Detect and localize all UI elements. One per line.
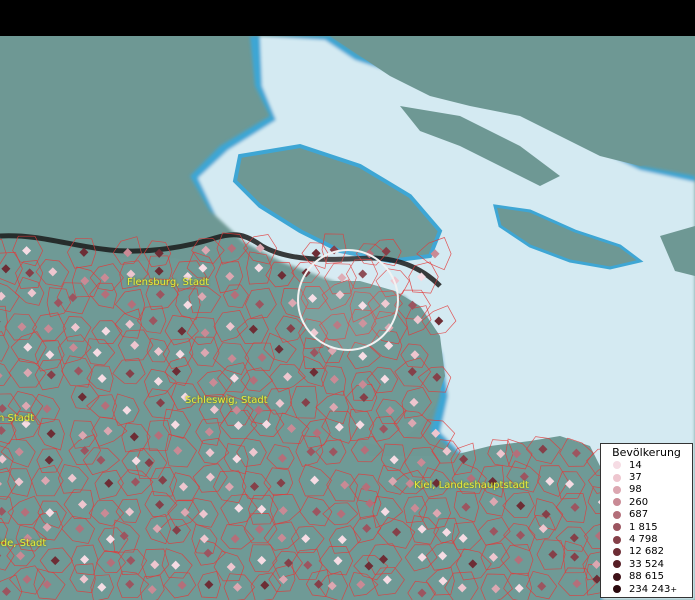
legend-label: 4 798: [629, 534, 658, 546]
city-label-schleswig: Schleswig, Stadt: [185, 395, 268, 406]
legend-label: 88 615: [629, 571, 664, 583]
legend-class: 1 815: [601, 521, 692, 533]
legend-class: 12 682: [601, 546, 692, 558]
legend-overflow-mark: +: [670, 584, 678, 594]
legend-label: 12 682: [629, 546, 664, 558]
legend-class: 88 615: [601, 571, 692, 583]
legend-class: 687: [601, 509, 692, 521]
city-label-left-2: ide, Stadt: [0, 538, 47, 549]
population-legend: Bevölkerung 14 37 98 260 687 1 815 4 798 12 682…: [600, 443, 693, 598]
legend-label: 234 243: [629, 583, 671, 595]
legend-swatch: [613, 498, 621, 507]
legend-swatch: [613, 560, 621, 569]
legend-swatch: [613, 572, 621, 581]
city-label-flensburg: Flensburg, Stadt: [127, 277, 210, 288]
city-label-left: n Stadt: [0, 413, 35, 424]
legend-swatch: [613, 523, 621, 532]
legend-label: 14: [629, 459, 642, 471]
legend-label: 260: [629, 496, 649, 508]
legend-swatch: [613, 535, 621, 544]
legend-label: 687: [629, 509, 649, 521]
legend-label: 98: [629, 484, 642, 496]
legend-title: Bevölkerung: [612, 446, 681, 459]
map-view[interactable]: Flensburg, Stadt Schleswig, Stadt Kiel, …: [0, 36, 695, 600]
legend-class: 4 798: [601, 533, 692, 545]
legend-class: 33 524: [601, 558, 692, 570]
legend-label: 33 524: [629, 558, 664, 570]
legend-swatch: [613, 510, 621, 519]
legend-classes: 14 37 98 260 687 1 815 4 798 12 682 33 524 88 615…: [601, 459, 692, 595]
city-label-kiel: Kiel, Landeshauptstadt: [414, 480, 529, 491]
legend-class: 260: [601, 496, 692, 508]
legend-swatch: [613, 485, 621, 494]
legend-class: 234 243 +: [601, 583, 692, 595]
legend-swatch: [613, 461, 621, 470]
legend-class: 37: [601, 471, 692, 483]
magnifier-lens[interactable]: [297, 249, 399, 351]
legend-class: 98: [601, 484, 692, 496]
legend-swatch: [613, 585, 621, 594]
map-canvas[interactable]: [0, 36, 695, 600]
legend-class: 14: [601, 459, 692, 471]
legend-swatch: [613, 547, 621, 556]
legend-swatch: [613, 473, 621, 482]
legend-label: 37: [629, 472, 642, 484]
top-bar: [0, 0, 695, 36]
legend-label: 1 815: [629, 521, 658, 533]
